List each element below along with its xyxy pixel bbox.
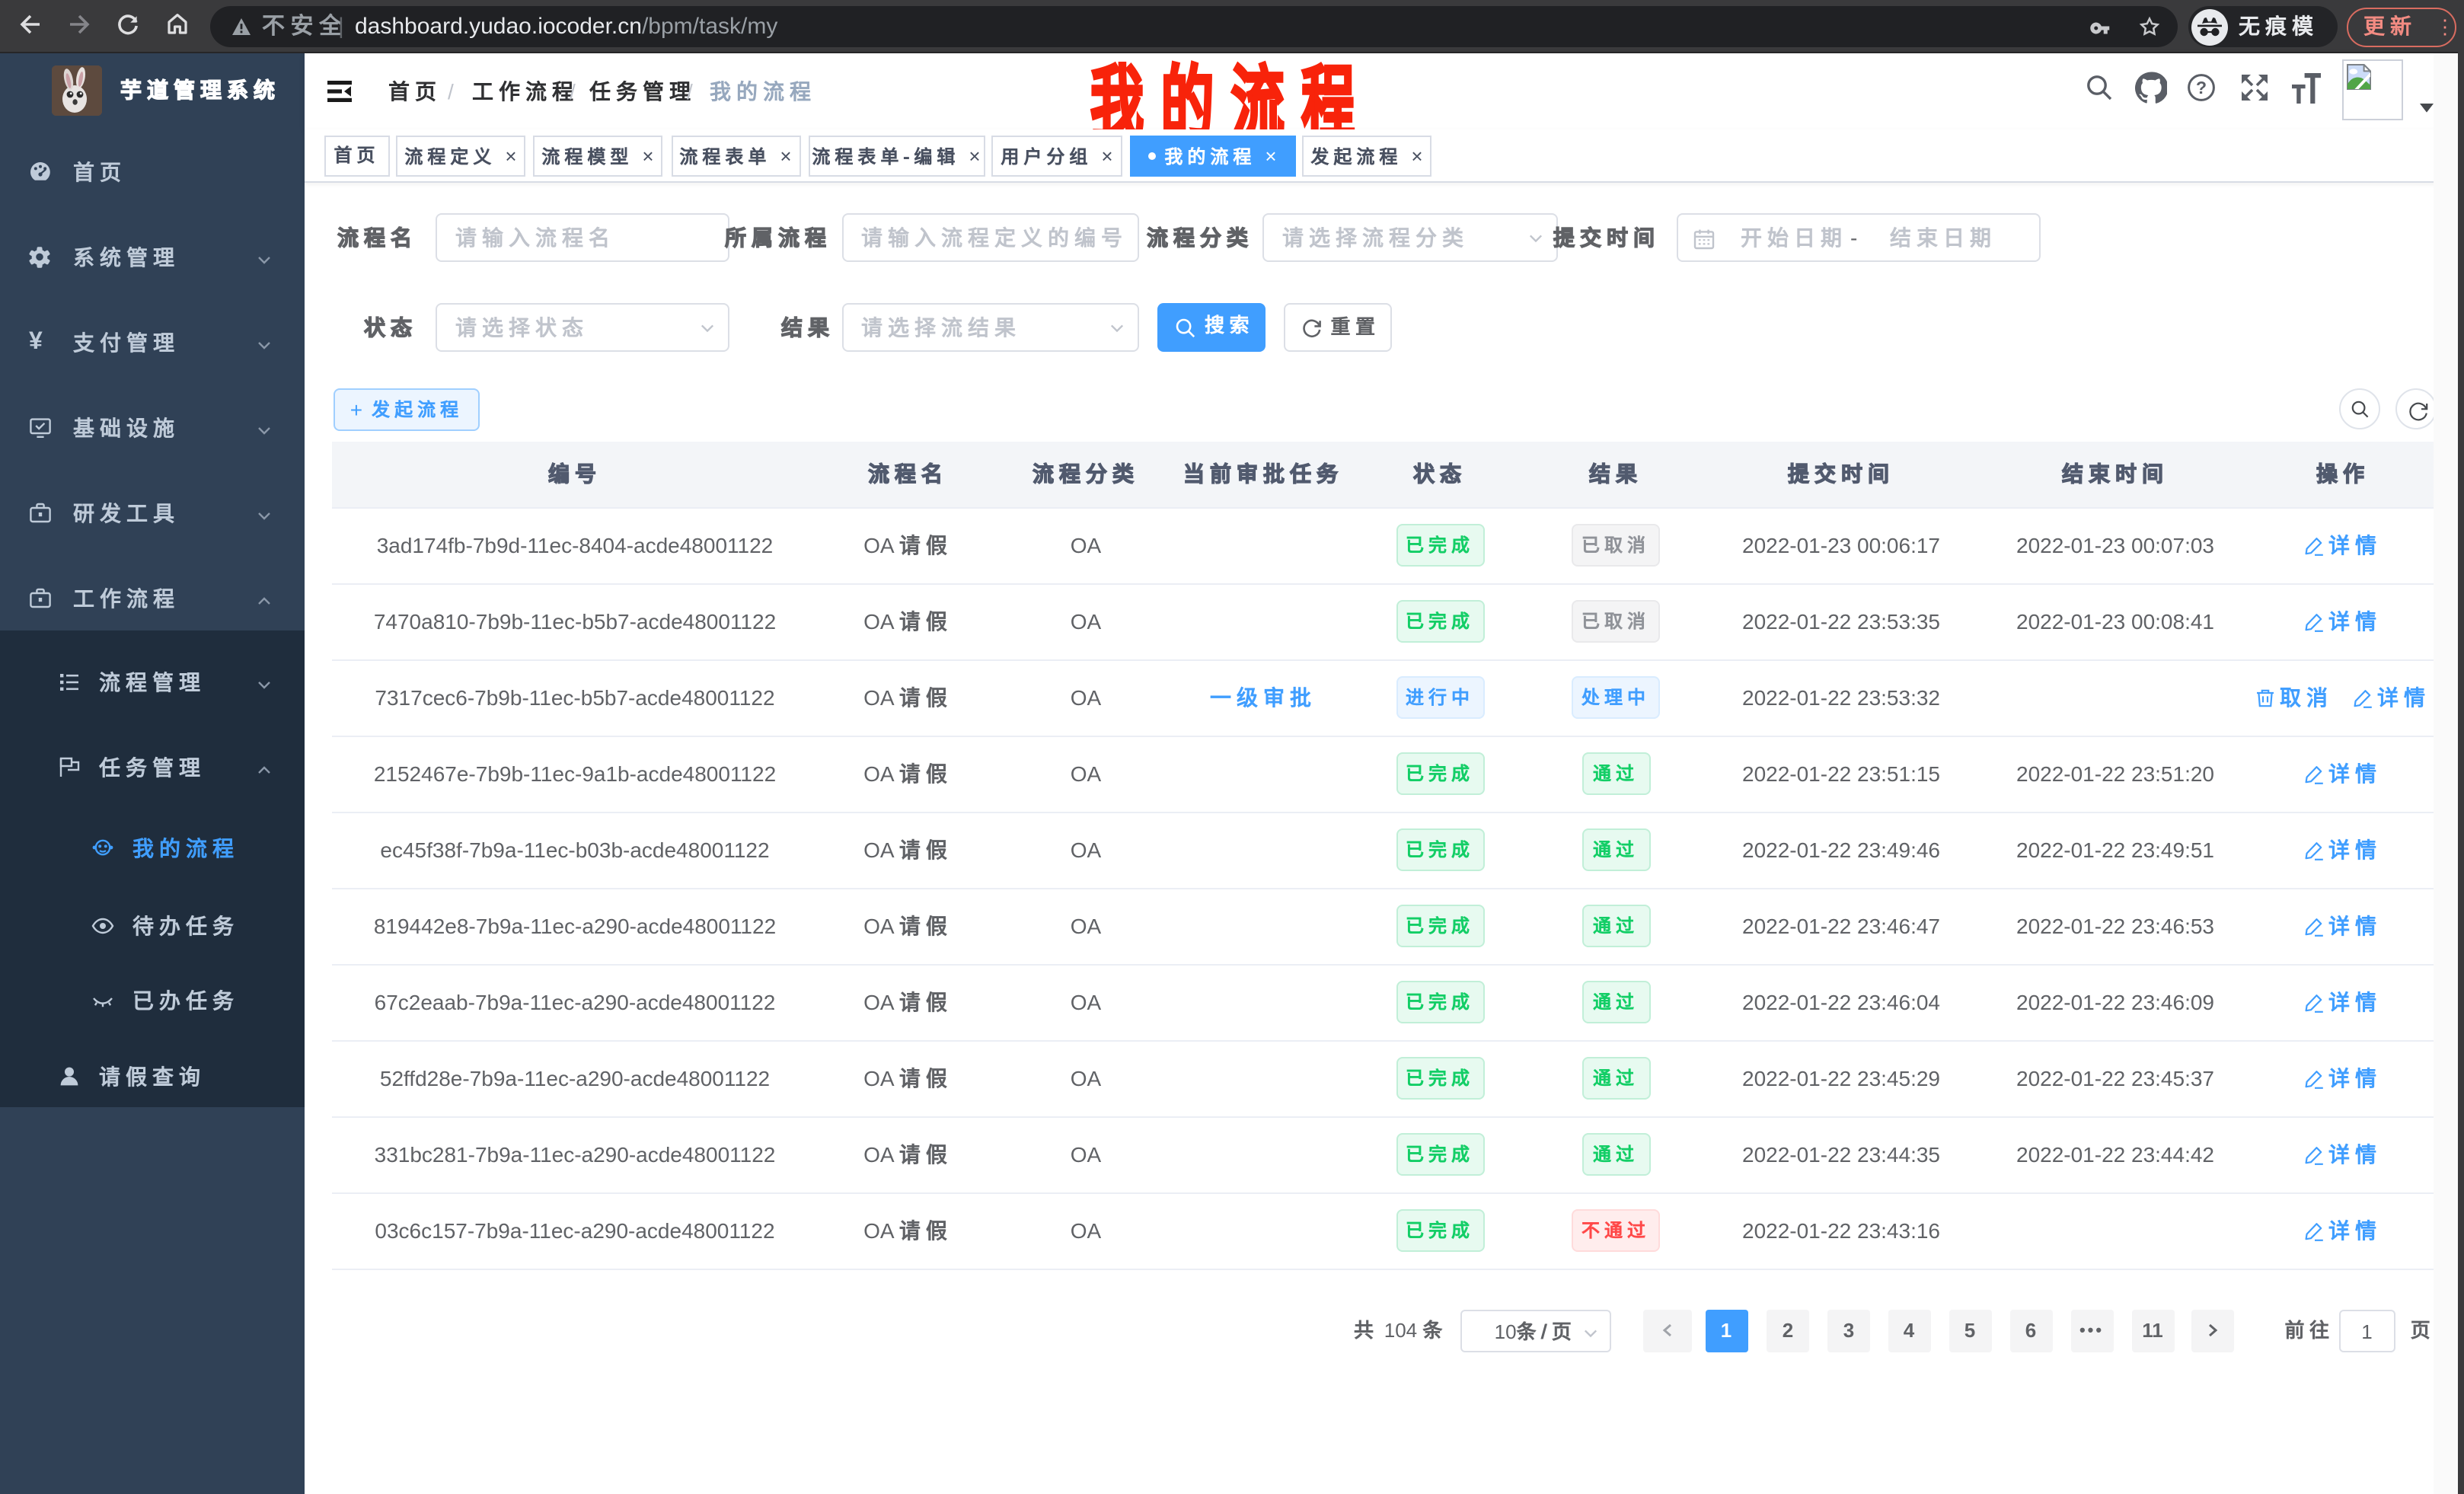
svg-text:?: ?: [2196, 78, 2207, 97]
